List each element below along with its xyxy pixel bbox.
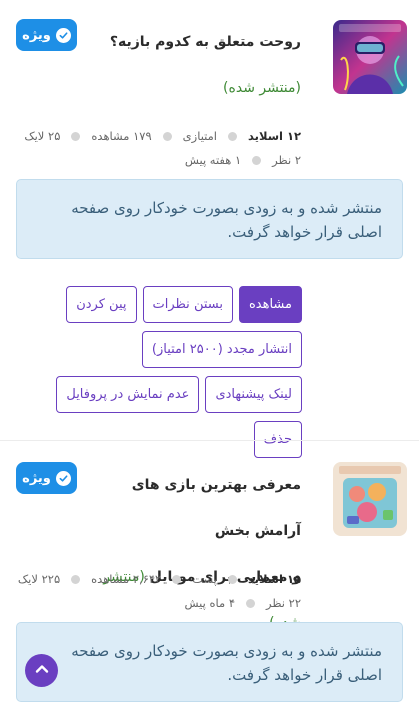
featured-badge: ویژه	[16, 19, 77, 51]
post-type: امتیازی	[182, 129, 217, 143]
separator-dot	[246, 598, 255, 608]
publish-notice: منتشر شده و به زودی بصورت خودکار روی صفح…	[16, 622, 403, 702]
post-thumbnail[interactable]	[333, 462, 407, 536]
check-circle-icon	[55, 27, 71, 43]
post-title[interactable]: روحت متعلق به کدوم بازیه؟ (منتشر شده)	[92, 19, 301, 111]
check-circle-icon	[55, 470, 71, 486]
featured-badge-label: ویژه	[22, 27, 51, 43]
post-type: پست	[192, 572, 217, 586]
post-actions: مشاهده بستن نظرات پین کردن انتشار مجدد (…	[40, 286, 302, 466]
suggested-link-button[interactable]: لینک پیشنهادی	[205, 376, 302, 413]
post-divider	[0, 440, 419, 441]
separator-dot	[252, 155, 262, 165]
views-count: ۲,۶۴۲ مشاهده	[91, 572, 162, 586]
separator-dot	[162, 131, 172, 141]
post-meta: ۱۲ اسلاید امتیازی ۱۷۹ مشاهده ۲۵ لایک ۲ ن…	[20, 124, 301, 172]
publish-notice: منتشر شده و به زودی بصورت خودکار روی صفح…	[16, 179, 403, 259]
likes-count: ۲۵ لایک	[24, 129, 61, 143]
separator-dot	[71, 131, 81, 141]
view-button[interactable]: مشاهده	[238, 286, 302, 323]
separator-dot	[228, 574, 237, 584]
post-time: ۱ هفته پیش	[184, 153, 242, 167]
comments-count: ۲۲ نظر	[266, 596, 301, 610]
republish-button[interactable]: انتشار مجدد (۲۵۰۰ امتیاز)	[141, 331, 302, 368]
scroll-to-top-button[interactable]	[25, 654, 58, 687]
hide-from-profile-button[interactable]: عدم نمایش در پروفایل	[56, 376, 200, 413]
post-thumbnail[interactable]	[333, 20, 407, 94]
close-comments-button[interactable]: بستن نظرات	[142, 286, 233, 323]
featured-badge: ویژه	[16, 462, 77, 494]
separator-dot	[71, 574, 81, 584]
comments-count: ۲ نظر	[272, 153, 301, 167]
chevron-up-icon	[34, 661, 50, 681]
post-time: ۴ ماه پیش	[184, 596, 235, 610]
separator-dot	[172, 574, 182, 584]
post-meta: ۱۵ اسلاید پست ۲,۶۴۲ مشاهده ۲۲۵ لایک ۲۲ ن…	[17, 567, 301, 615]
post-title[interactable]: معرفی بهترین بازی های آرامش بخش و معمایی…	[92, 462, 301, 646]
post-title-line1[interactable]: معرفی بهترین بازی های آرامش بخش	[92, 462, 301, 554]
views-count: ۱۷۹ مشاهده	[91, 129, 152, 143]
likes-count: ۲۲۵ لایک	[17, 572, 61, 586]
slides-count: ۱۲ اسلاید	[248, 129, 301, 143]
pin-button[interactable]: پین کردن	[66, 286, 137, 323]
slides-count: ۱۵ اسلاید	[248, 572, 301, 586]
post-title-text[interactable]: روحت متعلق به کدوم بازیه؟	[110, 34, 301, 50]
featured-badge-label: ویژه	[22, 470, 51, 486]
post-status: (منتشر شده)	[223, 80, 301, 96]
separator-dot	[228, 131, 237, 141]
